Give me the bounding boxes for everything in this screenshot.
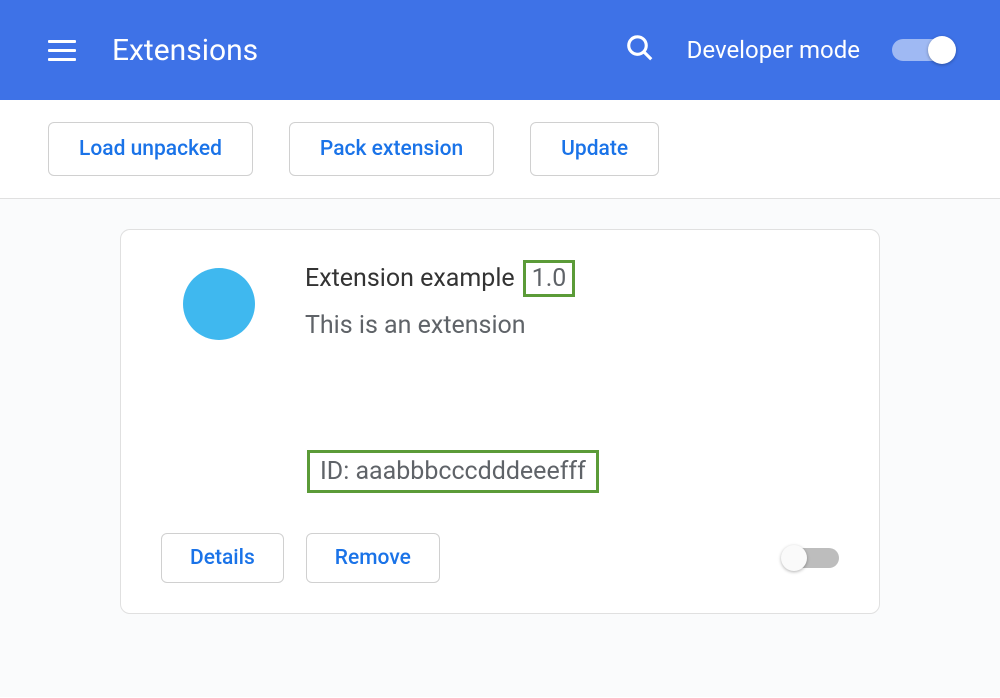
search-icon[interactable] [625,33,655,67]
developer-mode-toggle[interactable] [892,39,952,61]
update-button[interactable]: Update [530,122,659,176]
developer-mode-label: Developer mode [687,36,860,64]
extension-description: This is an extension [305,311,839,340]
header-bar: Extensions Developer mode [0,0,1000,100]
details-button[interactable]: Details [161,533,284,583]
menu-icon[interactable] [48,40,76,61]
extension-icon [183,268,255,340]
load-unpacked-button[interactable]: Load unpacked [48,122,253,176]
extension-card: Extension example 1.0 This is an extensi… [120,229,880,614]
extension-name: Extension example [305,264,515,293]
pack-extension-button[interactable]: Pack extension [289,122,494,176]
extension-version: 1.0 [523,260,576,297]
content-area: Extension example 1.0 This is an extensi… [0,199,1000,697]
extension-id: ID: aaabbbcccdddeeefff [307,450,599,493]
remove-button[interactable]: Remove [306,533,440,583]
extension-enable-toggle[interactable] [783,548,839,568]
developer-toolbar: Load unpacked Pack extension Update [0,100,1000,199]
page-title: Extensions [112,33,625,68]
